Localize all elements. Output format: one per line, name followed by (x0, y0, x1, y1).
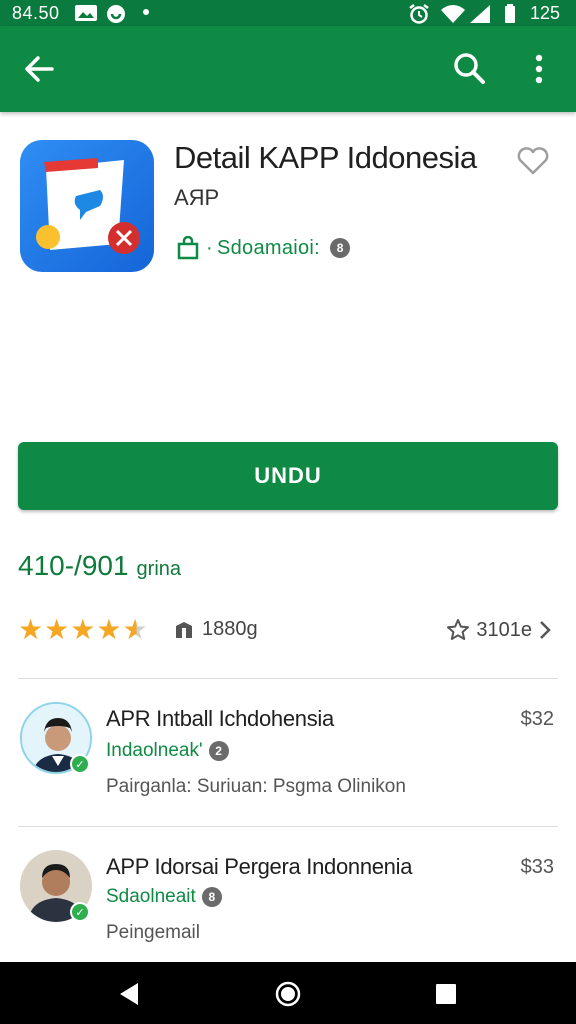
divider (18, 826, 558, 827)
more-vert-icon[interactable] (528, 52, 550, 86)
wifi-icon (441, 5, 465, 23)
navigation-bar (0, 962, 576, 1024)
search-icon[interactable] (452, 51, 486, 85)
avatar: ✓ (20, 850, 92, 922)
verified-icon: ✓ (70, 754, 90, 774)
list-item-price: $32 (520, 708, 554, 730)
image-notification-icon (75, 5, 97, 21)
install-button[interactable]: UNDU (18, 442, 558, 510)
half-star-icon: ★ (122, 614, 148, 645)
rating-stars: ★ ★ ★ ★ ★ (18, 616, 149, 644)
reviews-count: 3101e (476, 618, 532, 641)
list-item-description: Peingemail (106, 922, 200, 943)
downloads-unit: grina (136, 558, 182, 580)
avatar: ✓ (20, 702, 92, 774)
list-item-description: Pairganla: Suriuan: Psgma Olinikon (106, 776, 406, 797)
app-bar (0, 26, 576, 112)
developer-badge-icon: 8 (330, 238, 351, 258)
list-item-developer-name: Sdaolneait (106, 886, 196, 907)
app-notification-icon (107, 5, 125, 23)
chevron-right-icon (540, 621, 551, 639)
app-icon (20, 140, 154, 272)
app-size: 1880g (202, 618, 258, 640)
app-subtitle: AЯP (174, 185, 220, 210)
list-item-developer: Sdaolneait 8 (106, 886, 222, 908)
star-outline-icon (447, 619, 470, 640)
developer-badge-icon: 2 (208, 741, 229, 761)
size-info: 1880g (174, 618, 258, 641)
divider (18, 678, 558, 679)
star-icon: ★ (70, 614, 96, 645)
list-item-title: APP Idorsai Pergera Indonnenia (106, 854, 413, 879)
downloads-info: 410-/901 grina (18, 550, 181, 582)
arrow-left-icon[interactable] (22, 52, 56, 86)
shopping-bag-icon (177, 236, 199, 260)
list-item-title: APR Intball Ichdohensia (106, 706, 334, 731)
list-item-developer: Indaolneak' 2 (106, 740, 229, 762)
signal-icon (470, 5, 490, 23)
developer-name: Sdoamaioi: (216, 236, 321, 259)
developer-row[interactable]: · Sdoamaioi: 8 (176, 234, 351, 262)
battery-icon (505, 4, 515, 23)
star-icon: ★ (18, 614, 44, 645)
app-title: Detail KAPP Iddonesia (174, 140, 477, 175)
status-time: 84.50 (12, 3, 60, 23)
downloads-value: 410-/901 (18, 550, 129, 581)
developer-badge-icon: 8 (201, 887, 222, 907)
list-item[interactable]: ✓ APP Idorsai Pergera Indonnenia $33 Sda… (0, 838, 576, 968)
alarm-icon (409, 4, 429, 24)
list-item-price: $33 (520, 856, 554, 878)
status-battery-text: 125 (529, 3, 560, 23)
wishlist-icon[interactable] (516, 145, 550, 177)
reviews-link[interactable]: 3101e (446, 618, 552, 642)
back-nav-icon[interactable] (116, 980, 144, 1008)
rating-row: ★ ★ ★ ★ ★ 1880g 3101e (18, 612, 558, 648)
verified-icon: ✓ (70, 902, 90, 922)
dot-icon (143, 9, 149, 15)
star-icon: ★ (96, 614, 122, 645)
list-item[interactable]: ✓ APR Intball Ichdohensia $32 Indaolneak… (0, 690, 576, 820)
status-bar: 84.50 125 (0, 0, 576, 26)
home-nav-icon[interactable] (274, 980, 302, 1008)
recents-nav-icon[interactable] (432, 980, 460, 1008)
list-item-developer-name: Indaolneak' (106, 740, 203, 761)
star-icon: ★ (44, 614, 70, 645)
package-icon (176, 621, 192, 638)
